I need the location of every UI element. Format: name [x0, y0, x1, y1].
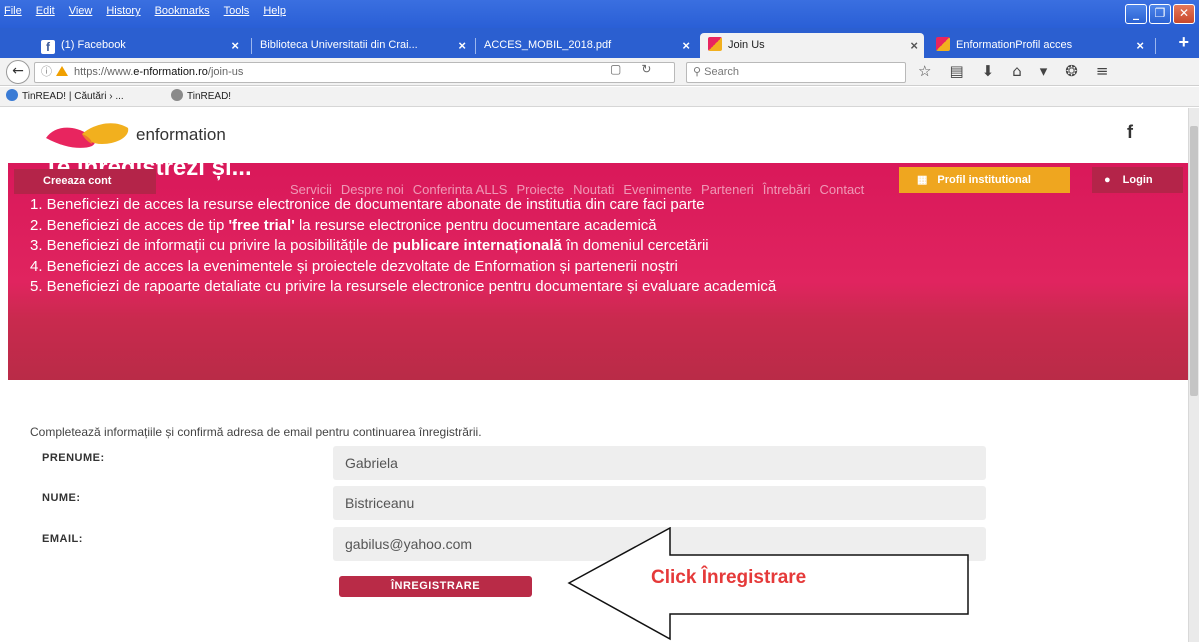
enformation-logo-icon[interactable] [44, 120, 130, 150]
url-host: e-nformation.ro [133, 66, 208, 78]
benefit-item: 2. Beneficiezi de acces de tip 'free tri… [30, 216, 657, 234]
menu-file[interactable]: File [4, 5, 22, 17]
bookmark-label: TinREAD! | Căutări › ... [22, 91, 124, 102]
site-header: enformation f [0, 108, 1188, 163]
bookmark-tinread-search[interactable]: TinREAD! | Căutări › ... [6, 87, 124, 107]
search-placeholder: Search [704, 66, 739, 78]
search-bookmark-icon [6, 89, 18, 101]
email-label: EMAIL: [42, 533, 83, 545]
scrollbar-thumb[interactable] [1190, 126, 1198, 396]
menu-bar: File Edit View History Bookmarks Tools H… [0, 0, 1199, 28]
create-account-button[interactable]: Creeaza cont [14, 169, 156, 194]
menu-tools[interactable]: Tools [224, 5, 250, 17]
bookmark-label: TinREAD! [187, 91, 232, 102]
user-icon: ● [1104, 174, 1111, 186]
menu-edit[interactable]: Edit [36, 5, 55, 17]
callout-text: Click Înregistrare [651, 567, 807, 588]
address-bar[interactable]: ⓘ https://www.e-nformation.ro/join-us [34, 62, 675, 83]
register-button[interactable]: ÎNREGISTRARE [339, 576, 532, 597]
tab-facebook[interactable]: f (1) Facebook × [33, 33, 245, 58]
page-scrollbar[interactable] [1188, 108, 1199, 642]
new-tab-button[interactable]: + [1178, 32, 1189, 53]
menu-help[interactable]: Help [263, 5, 286, 17]
menu-icon[interactable]: ≡ [1096, 62, 1109, 80]
extension-icon[interactable]: ❂ [1065, 62, 1078, 80]
nav-contact[interactable]: Contact [819, 182, 864, 197]
tab-label: EnformationProfil acces [956, 39, 1073, 51]
pocket-icon[interactable]: ▾ [1040, 62, 1048, 80]
benefit-item: 5. Beneficiezi de rapoarte detaliate cu … [30, 278, 777, 295]
url-path: /join-us [207, 66, 244, 78]
close-window-button[interactable]: ✕ [1173, 4, 1195, 24]
nume-label: NUME: [42, 492, 81, 504]
benefits-list: 1. Beneficiezi de acces la resurse elect… [30, 195, 776, 298]
nume-input[interactable] [333, 486, 986, 520]
tab-biblioteca[interactable]: Biblioteca Universitatii din Crai... × [252, 33, 472, 58]
reload-icon[interactable]: ↻ [641, 62, 651, 76]
search-box[interactable]: ⚲ Search [686, 62, 906, 83]
menu-view[interactable]: View [69, 5, 93, 17]
screen: File Edit View History Bookmarks Tools H… [0, 0, 1199, 642]
prenume-input[interactable] [333, 446, 986, 480]
close-tab-icon[interactable]: × [1136, 33, 1144, 58]
navigation-bar: ← ⓘ https://www.e-nformation.ro/join-us ▢… [0, 58, 1199, 86]
url-prefix: https://www. [74, 66, 134, 78]
close-tab-icon[interactable]: × [910, 33, 918, 58]
tab-label: Join Us [728, 39, 765, 51]
enformation-favicon-icon [708, 37, 722, 51]
tab-label: (1) Facebook [61, 39, 126, 51]
book-icon: ▦ [917, 174, 928, 186]
reader-view-icon[interactable]: ▢ [610, 62, 621, 76]
form-intro: Completează informațiile și confirmă adr… [30, 425, 482, 439]
facebook-icon[interactable]: f [1127, 122, 1133, 143]
benefit-item: 1. Beneficiezi de acces la resurse elect… [30, 196, 705, 213]
enformation-favicon-icon [936, 37, 950, 51]
bookmark-star-icon[interactable]: ☆ [918, 62, 931, 80]
tab-bar: f (1) Facebook × Biblioteca Universitatii… [0, 28, 1199, 58]
login-button[interactable]: ● Login [1092, 167, 1183, 193]
info-icon[interactable]: ⓘ [41, 66, 52, 78]
back-button[interactable]: ← [6, 60, 30, 84]
close-tab-icon[interactable]: × [458, 33, 466, 58]
restore-button[interactable]: ❐ [1149, 4, 1171, 24]
prenume-label: PRENUME: [42, 452, 105, 464]
insecure-lock-icon[interactable] [56, 66, 68, 76]
hero-banner: Te înregistrezi și... Creeaza cont Servi… [8, 163, 1188, 380]
tab-label: ACCES_MOBIL_2018.pdf [484, 39, 612, 51]
benefit-item: 3. Beneficiezi de informații cu privire … [30, 237, 709, 254]
globe-icon [171, 89, 183, 101]
tab-join-us[interactable]: Join Us × [700, 33, 924, 58]
institutional-profile-button[interactable]: ▦ Profil institutional [899, 167, 1070, 193]
minimize-button[interactable]: _ [1125, 4, 1147, 24]
tab-acces-mobil[interactable]: ACCES_MOBIL_2018.pdf × [476, 33, 696, 58]
bookmark-tinread[interactable]: TinREAD! [171, 87, 231, 107]
profile-button-label: Profil institutional [937, 174, 1031, 186]
facebook-favicon-icon: f [41, 40, 55, 54]
close-tab-icon[interactable]: × [231, 33, 239, 58]
bookmarks-bar: TinREAD! | Căutări › ... TinREAD! [0, 87, 1199, 107]
logo-text[interactable]: enformation [136, 125, 226, 145]
benefit-item: 4. Beneficiezi de acces la evenimentele … [30, 257, 678, 275]
menu-history[interactable]: History [106, 5, 140, 17]
menu-bookmarks[interactable]: Bookmarks [155, 5, 210, 17]
tab-label: Biblioteca Universitatii din Crai... [260, 39, 418, 51]
bookmarks-list-icon[interactable]: ▤ [949, 62, 963, 80]
tab-enformation-profil[interactable]: EnformationProfil acces × [928, 33, 1150, 58]
login-button-label: Login [1122, 174, 1153, 186]
search-icon: ⚲ [693, 66, 702, 78]
downloads-icon[interactable]: ⬇ [982, 62, 995, 80]
home-icon[interactable]: ⌂ [1012, 62, 1022, 80]
close-tab-icon[interactable]: × [682, 33, 690, 58]
